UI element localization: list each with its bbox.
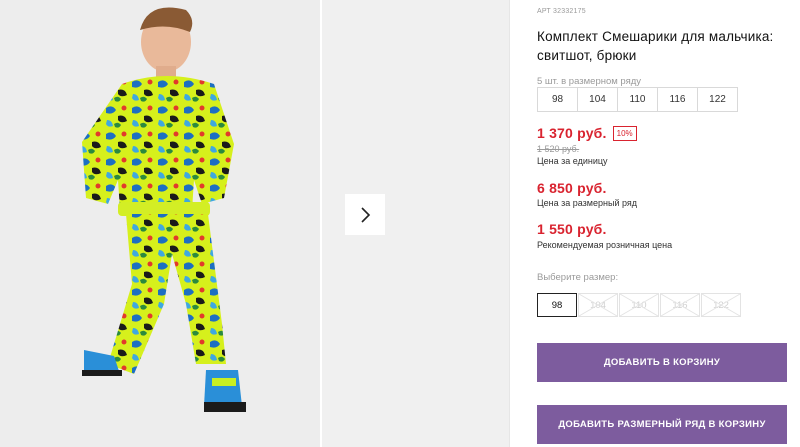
pack-note: 5 шт. в размерном ряду [537,76,642,87]
unavailable-cross-icon [579,294,617,316]
product-gallery [0,0,509,447]
size-selector: 98 104 110 116 122 [537,293,742,317]
boy-outfit-illustration [0,0,320,447]
size-select-label: Выберите размер: [537,272,619,283]
product-title: Комплект Смешарики для мальчика: свитшот… [537,29,774,63]
unit-price: 1 370 руб. [537,125,607,141]
unavailable-cross-icon [620,294,658,316]
pack-size-item: 110 [617,87,658,112]
size-option-110: 110 [619,293,659,317]
product-sku: АРТ 32332175 [537,8,586,15]
add-to-cart-button[interactable]: ДОБАВИТЬ В КОРЗИНУ [537,343,787,382]
retail-price-caption: Рекомендуемая розничная цена [537,240,673,250]
add-pack-to-cart-button[interactable]: ДОБАВИТЬ РАЗМЕРНЫЙ РЯД В КОРЗИНУ [537,405,787,444]
gallery-next-button[interactable] [345,194,385,235]
unit-price-row: 1 370 руб. 10% [537,125,637,141]
size-option-122: 122 [701,293,741,317]
pack-price: 6 850 руб. [537,180,607,196]
pack-size-item: 98 [537,87,578,112]
size-option-label: 98 [551,299,563,311]
pack-size-item: 104 [577,87,618,112]
unit-price-caption: Цена за единицу [537,156,608,166]
pack-size-item: 116 [657,87,698,112]
chevron-right-icon [361,206,371,223]
pack-size-item: 122 [697,87,738,112]
panel-divider [509,0,510,447]
size-option-104: 104 [578,293,618,317]
retail-price: 1 550 руб. [537,221,607,237]
discount-badge: 10% [612,125,637,141]
size-option-116: 116 [660,293,700,317]
pack-size-list: 98 104 110 116 122 [537,87,738,112]
size-option-98[interactable]: 98 [537,293,577,317]
product-photo[interactable] [0,0,320,447]
unavailable-cross-icon [702,294,740,316]
old-price: 1 520 руб. [537,144,580,154]
unavailable-cross-icon [661,294,699,316]
pack-price-caption: Цена за размерный ряд [537,198,638,208]
